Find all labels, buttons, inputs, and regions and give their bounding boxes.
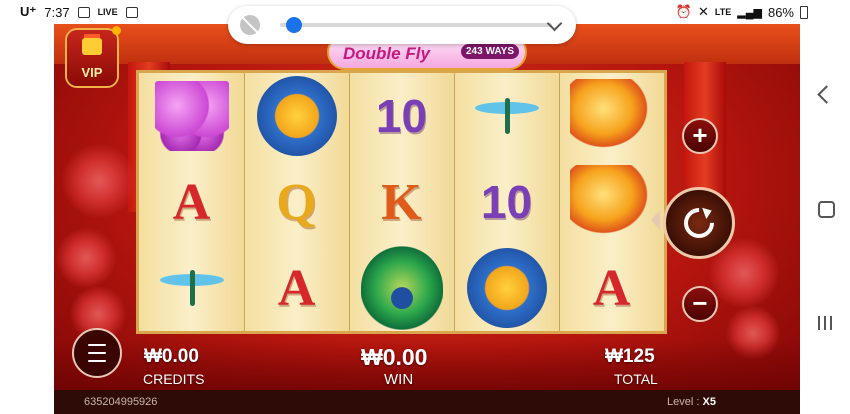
symbol-A: A [139, 159, 244, 245]
reel-5: A [559, 73, 664, 331]
symbol-peacock-icon [349, 245, 454, 331]
gallery-icon [77, 6, 90, 18]
dragonfly-icon [152, 270, 232, 306]
volume-track[interactable] [280, 23, 552, 27]
game-title: Double Fly [343, 44, 430, 63]
total-label: TOTAL [614, 371, 658, 387]
lotus-icon [256, 76, 337, 156]
peacock-icon [360, 246, 443, 330]
win-label: WIN [384, 371, 414, 388]
session-id: 635204995926 [84, 396, 158, 408]
reel-4: 10 [454, 73, 559, 331]
symbol-text: K [381, 173, 422, 231]
reel-2: QA [244, 73, 349, 331]
network-type: LTE [714, 7, 732, 17]
media-control-bar [228, 6, 576, 44]
reel-divider [349, 73, 350, 331]
reel-divider [244, 73, 245, 331]
symbol-butterfly-icon [139, 73, 244, 159]
increase-bet-button[interactable]: + [682, 118, 718, 154]
symbol-text: 10 [480, 176, 533, 228]
reel-divider [454, 73, 455, 331]
symbol-10: 10 [454, 159, 559, 245]
symbol-dragonfly-icon [139, 245, 244, 331]
vip-button[interactable]: VIP [67, 26, 121, 86]
symbol-bird-icon [559, 159, 664, 245]
symbol-text: A [592, 259, 631, 317]
reel-divider [559, 73, 560, 331]
butterfly-icon [154, 81, 229, 151]
total-value: ₩125 [605, 346, 655, 367]
win-value: ₩0.00 [361, 344, 428, 370]
level-indicator: Level : X5 [667, 396, 716, 408]
home-button[interactable] [818, 201, 835, 218]
notification-dot [112, 26, 121, 35]
spin-tab-arrow [651, 210, 660, 230]
symbol-dragonfly-icon [454, 73, 559, 159]
battery-icon [800, 5, 808, 19]
battery-level: 86% [767, 4, 794, 20]
reel-3: 10 K [349, 73, 454, 331]
chevron-down-icon[interactable] [546, 15, 563, 32]
dragonfly-icon [467, 98, 547, 134]
symbol-bird-icon [559, 73, 664, 159]
symbol-A: A [244, 245, 349, 331]
back-button[interactable] [817, 85, 836, 104]
symbol-text: A [277, 259, 316, 317]
symbol-text: 10 [375, 90, 428, 142]
symbol-lotus-icon [454, 245, 559, 331]
plus-icon: + [692, 120, 708, 150]
symbol-Q: Q [244, 159, 349, 245]
spin-refresh-icon [677, 201, 721, 245]
bird-icon [569, 79, 654, 153]
notification-icon [125, 6, 138, 18]
clock: 7:37 [44, 4, 70, 20]
reel-1: A [139, 73, 244, 331]
symbol-text: Q [276, 173, 317, 231]
decor-flower [62, 144, 136, 218]
decrease-bet-button[interactable]: − [682, 286, 718, 322]
level-value: X5 [702, 396, 716, 408]
menu-button[interactable] [72, 328, 122, 378]
volume-slider-thumb[interactable] [285, 17, 302, 33]
symbol-10: 10 [349, 73, 454, 159]
spin-button[interactable] [663, 187, 735, 259]
symbol-text: A [172, 173, 211, 231]
symbol-A: A [559, 245, 664, 331]
android-nav-bar [800, 24, 850, 414]
menu-icon [88, 344, 106, 362]
recent-apps-button[interactable] [818, 316, 832, 330]
carrier-label: U⁺ [20, 4, 37, 19]
bird-icon [569, 165, 654, 239]
gift-icon [82, 38, 102, 55]
live-badge: LIVE [97, 7, 118, 17]
symbol-K: K [349, 159, 454, 245]
mute-status-icon: ✕ [698, 4, 709, 19]
minus-icon: − [692, 288, 708, 318]
symbol-lotus-icon [244, 73, 349, 159]
lotus-icon [466, 248, 547, 328]
level-label: Level : [667, 396, 700, 408]
signal-icon: ▂▄▆ [737, 6, 762, 19]
credits-label: CREDITS [143, 371, 205, 387]
ways-badge: 243 WAYS [461, 44, 519, 59]
mute-icon[interactable] [240, 15, 260, 35]
credits-value: ₩0.00 [144, 346, 199, 367]
reel-grid: A Q A 10 K 10 A [136, 70, 667, 334]
decor-flower [56, 228, 116, 288]
game-screen: VIP Double Fly 243 WAYS A Q A 10 K 10 A + − ₩0… [54, 24, 800, 414]
vip-label: VIP [81, 65, 103, 80]
footer-bar: 635204995926 Level : X5 [54, 390, 800, 414]
alarm-icon: ⏰ [675, 4, 692, 19]
